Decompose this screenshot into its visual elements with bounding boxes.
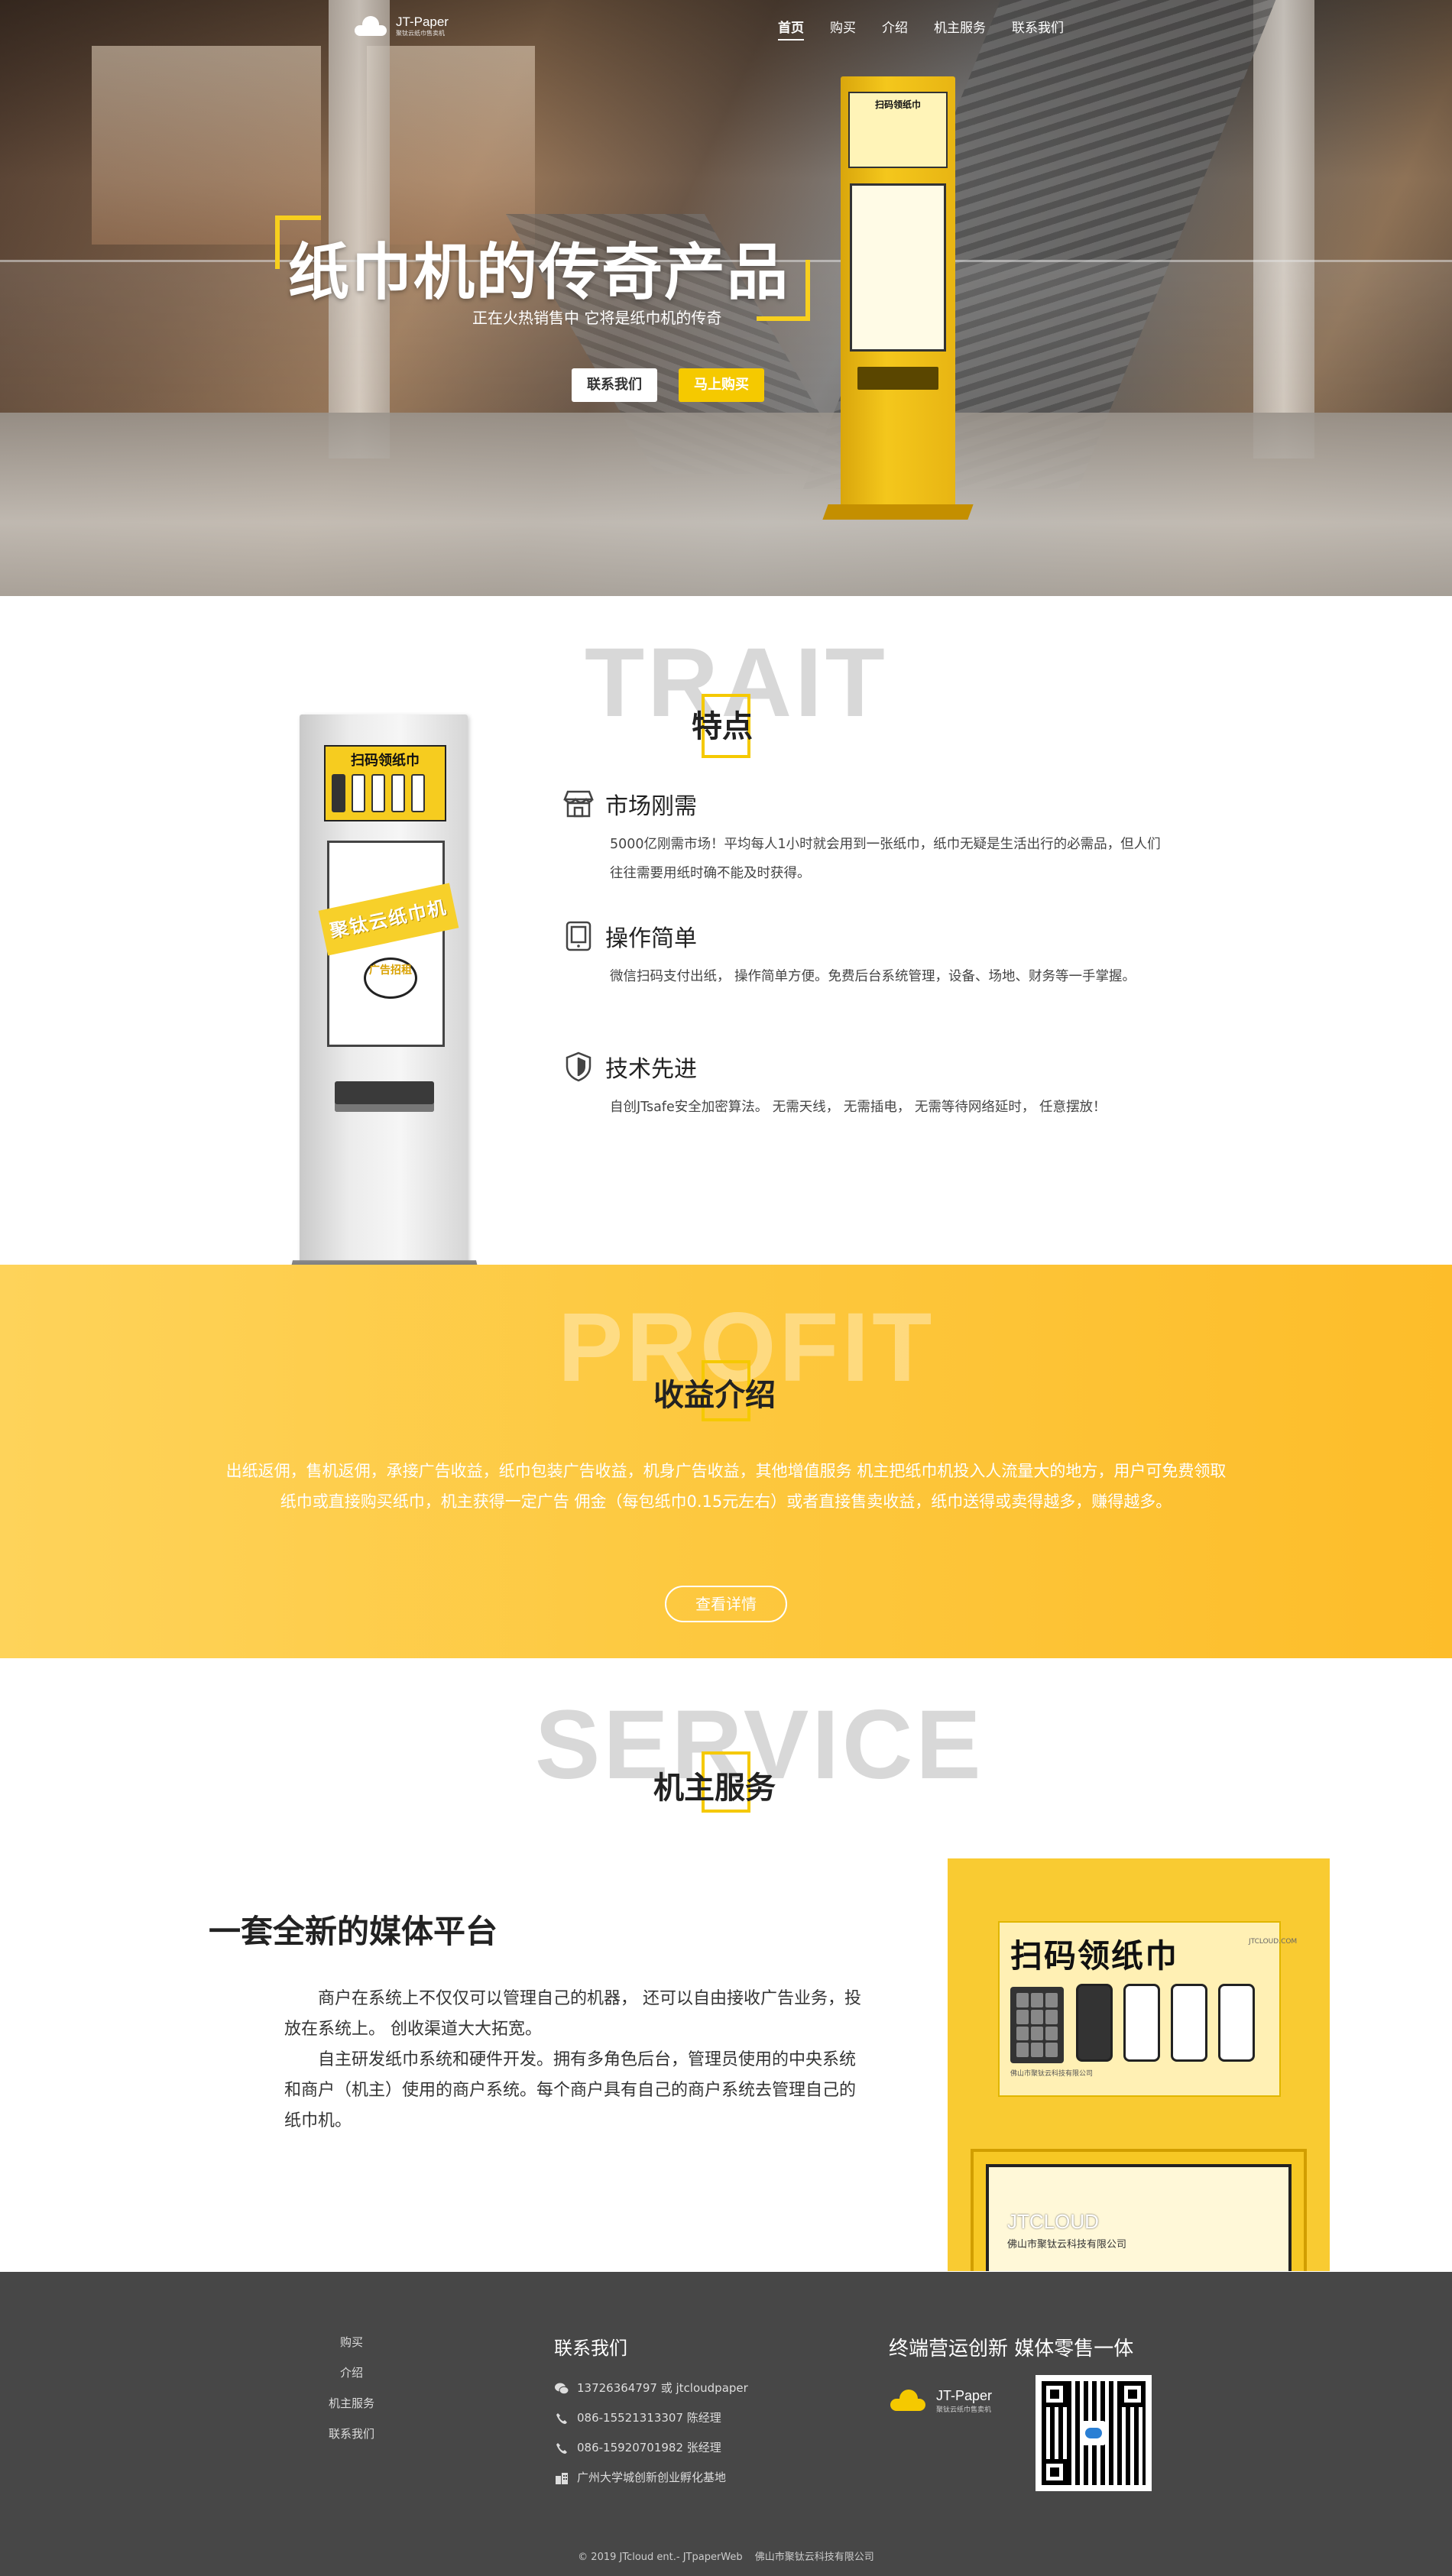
cloud-logo-icon [352,16,390,36]
nav-item-owner-service[interactable]: 机主服务 [934,17,986,41]
service-paragraph: 自主研发纸巾系统和硬件开发。拥有多角色后台，管理员使用的中央系统和商户（机主）使… [284,2050,857,2130]
footer-brand: 终端营运创新 媒体零售一体 [889,2333,1133,2361]
hero-bg-floor [0,413,1452,596]
shield-icon [562,1051,595,1083]
contact-us-button[interactable]: 联系我们 [572,368,657,402]
footer-logo[interactable]: JT-Paper 聚钛云纸巾售卖机 [889,2388,992,2414]
contact-row: 086-15521313307 陈经理 [554,2403,748,2433]
section-title-trait: 特点 [692,709,753,744]
nav-item-intro[interactable]: 介绍 [882,17,908,41]
profit-description: 出纸返佣，售机返佣，承接广告收益，纸巾包装广告收益，机身广告收益，其他增值服务 … [225,1462,1227,1511]
footer-slogan: 终端营运创新 媒体零售一体 [889,2338,1134,2361]
kiosk-band-text: 聚钛云纸巾机 [328,896,449,942]
footer-link-owner-service[interactable]: 机主服务 [306,2388,397,2419]
feature-description: 微信扫码支付出纸， 操作简单方便。免费后台系统管理，设备、场地、财务等一手掌握。 [610,969,1136,984]
company-name: 佛山市聚钛云科技有限公司 [754,2552,874,2563]
top-nav: JT-Paper 聚钛云纸巾售卖机 首页 购买 介绍 机主服务 联系我们 [0,0,1452,53]
section-title-profit: 收益介绍 [653,1378,776,1413]
nav-item-buy[interactable]: 购买 [830,17,856,41]
phone-icon [554,2411,569,2426]
contact-row: 086-15920701982 张经理 [554,2433,748,2463]
section-title-service: 机主服务 [653,1771,776,1806]
copyright-bar: © 2019 JTcloud ent.- JTpaperWeb 佛山市聚钛云科技… [0,2548,1452,2563]
buy-now-button[interactable]: 马上购买 [679,368,764,402]
feature-title: 操作简单 [605,925,697,952]
service-description: 商户在系统上不仅仅可以管理自己的机器， 还可以自由接收广告业务，投放在系统上。 … [284,1984,865,2137]
cloud-logo-icon [889,2390,929,2412]
contact-text: 086-15521313307 陈经理 [577,2411,721,2425]
footer-contact-title: 联系我们 [554,2338,627,2359]
footer-links: 购买 介绍 机主服务 联系我们 [306,2327,397,2449]
board-company: 佛山市聚钛云科技有限公司 [1007,2239,1127,2250]
panel-company: 佛山市聚钛云科技有限公司 [1010,2070,1094,2078]
hero-kiosk-image: 扫码领纸巾 [822,76,978,535]
kiosk-product-image: 扫码领纸巾 聚钛云纸巾机 广告招租 [284,714,488,1311]
feature-description: 5000亿刚需市场！平均每人1小时就会用到一张纸巾，纸巾无疑是生活出行的必需品，… [610,837,1161,881]
contact-text: 086-15920701982 张经理 [577,2441,721,2454]
logo-title: JT-Paper [396,15,449,29]
panel-brand: JTCLOUD.COM [1249,1938,1298,1946]
hero-title: 纸巾机的传奇产品 [288,237,789,308]
kiosk-bubble-text: 广告招租 [369,964,412,977]
wechat-icon [554,2381,569,2396]
copyright-text: © 2019 JTcloud ent.- JTpaperWeb [578,2552,743,2563]
feature-item: 操作简单 微信扫码支付出纸， 操作简单方便。免费后台系统管理，设备、场地、财务等… [562,919,1174,991]
logo-subtitle: 聚钛云纸巾售卖机 [396,30,445,37]
building-icon [554,2471,569,2486]
feature-item: 市场刚需 5000亿刚需市场！平均每人1小时就会用到一张纸巾，纸巾无疑是生活出行… [562,787,1174,888]
hero-actions: 联系我们 马上购买 [572,368,764,402]
footer-link-buy[interactable]: 购买 [306,2327,397,2357]
store-icon [562,788,595,820]
board-brand: JTCLOUD [1007,2210,1099,2233]
footer-logo-subtitle: 聚钛云纸巾售卖机 [936,2406,992,2414]
phone-icon [554,2441,569,2456]
feature-title: 市场刚需 [605,793,697,820]
service-paragraph: 商户在系统上不仅仅可以管理自己的机器， 还可以自由接收广告业务，投放在系统上。 … [284,1989,861,2039]
feature-item: 技术先进 自创JTsafe安全加密算法。 无需天线， 无需插电， 无需等待网络延… [562,1050,1174,1122]
nav-item-contact[interactable]: 联系我们 [1012,17,1064,41]
hero-kiosk-label: 扫码领纸巾 [848,92,948,168]
tablet-icon [562,920,595,952]
site-footer: 购买 介绍 机主服务 联系我们 联系我们 13726364797 或 jtclo… [0,2272,1452,2576]
qr-code-icon [1036,2375,1152,2491]
feature-title: 技术先进 [605,1056,697,1083]
kiosk-head-title: 扫码领纸巾 [351,753,420,769]
hero-bg-shop [92,46,321,245]
profit-section: PROFIT 收益介绍 出纸返佣，售机返佣，承接广告收益，纸巾包装广告收益，机身… [0,1265,1452,1658]
contact-text: 广州大学城创新创业孵化基地 [577,2471,727,2484]
nav-item-home[interactable]: 首页 [778,17,804,41]
footer-link-intro[interactable]: 介绍 [306,2357,397,2388]
site-logo[interactable]: JT-Paper 聚钛云纸巾售卖机 [352,15,449,37]
contact-row: 广州大学城创新创业孵化基地 [554,2463,748,2493]
footer-logo-title: JT-Paper [936,2388,993,2403]
contact-row: 13726364797 或 jtcloudpaper [554,2373,748,2403]
view-details-button[interactable]: 查看详情 [665,1586,787,1622]
contact-text: 13726364797 或 jtcloudpaper [577,2381,748,2395]
main-menu: 首页 购买 介绍 机主服务 联系我们 [778,17,1090,41]
panel-title: 扫码领纸巾 [1010,1937,1179,1975]
footer-contact: 联系我们 13726364797 或 jtcloudpaper 086-1552… [554,2333,748,2493]
footer-link-contact[interactable]: 联系我们 [306,2419,397,2449]
hero-subtitle: 正在火热销售中 它将是纸巾机的传奇 [472,309,722,327]
service-product-image: 扫码领纸巾 JTCLOUD.COM 佛山市聚钛云科技有限公司 JTCLOUD 佛… [948,1858,1330,2271]
service-heading: 一套全新的媒体平台 [209,1913,498,1950]
feature-description: 自创JTsafe安全加密算法。 无需天线， 无需插电， 无需等待网络延时， 任意… [610,1100,1107,1115]
